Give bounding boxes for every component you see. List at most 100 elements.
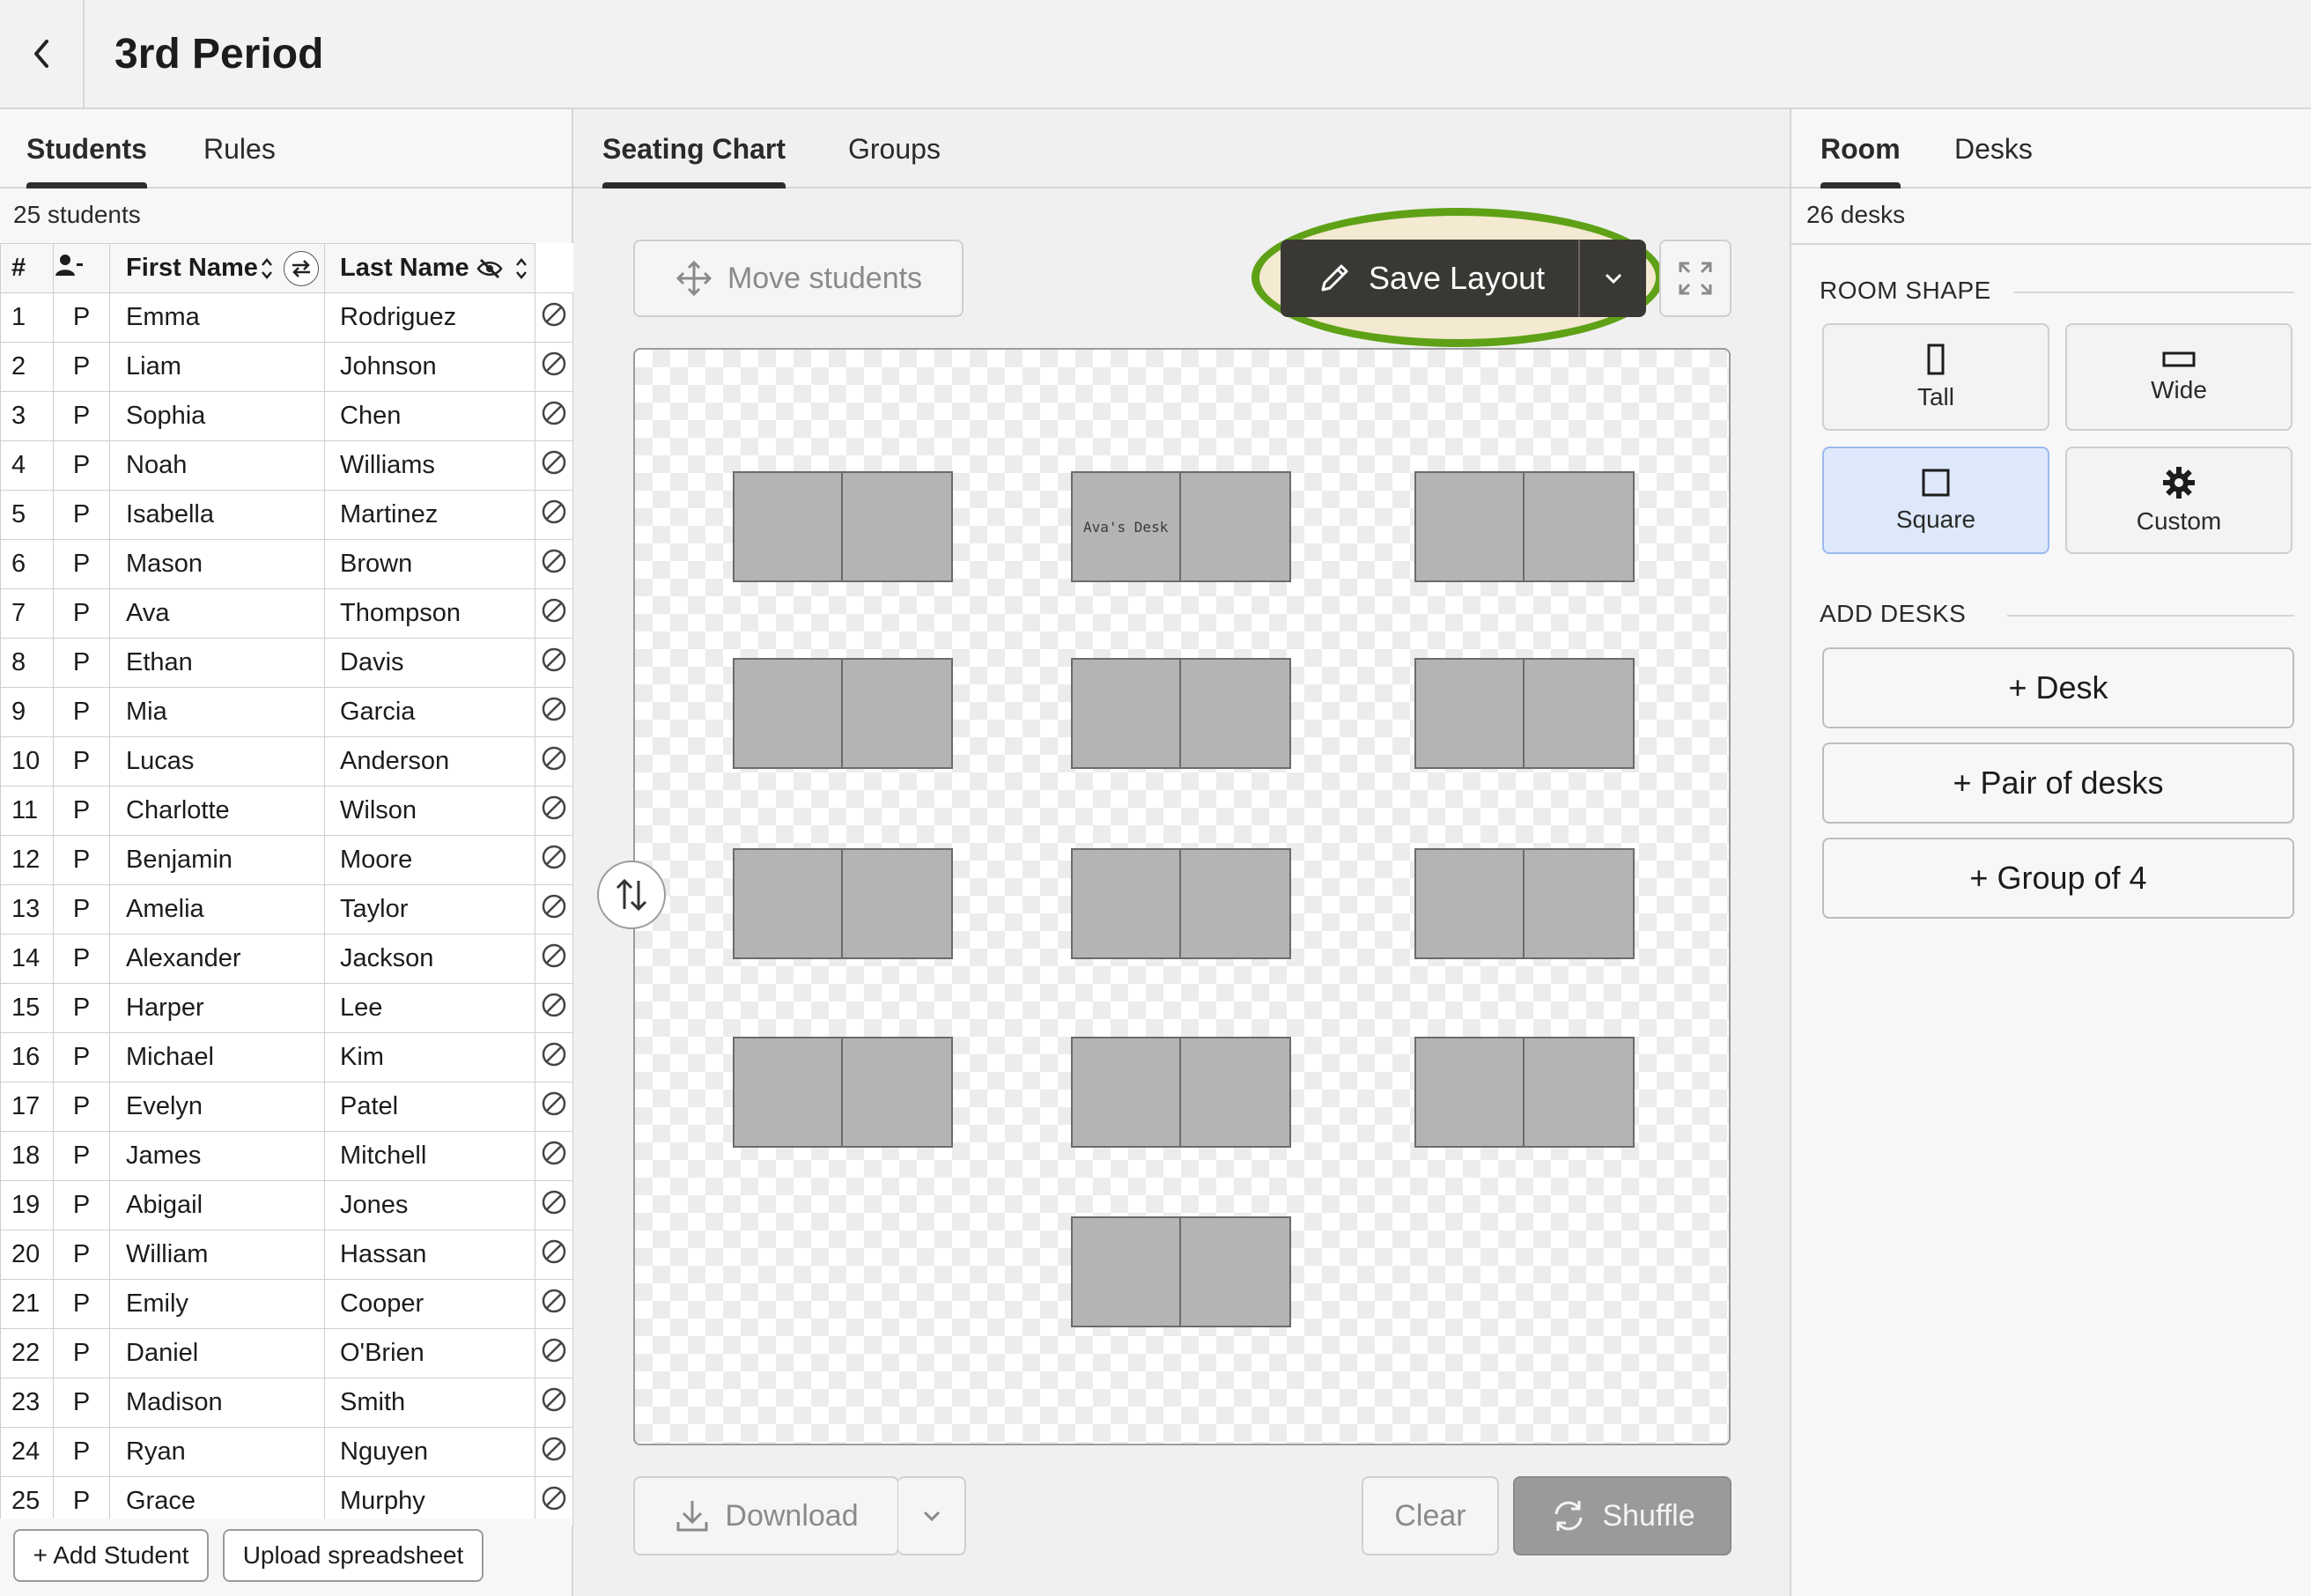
seating-canvas[interactable]: Ava's Desk bbox=[633, 348, 1731, 1445]
desk[interactable] bbox=[1414, 658, 1525, 769]
last-name-cell[interactable]: Wilson bbox=[324, 786, 535, 836]
tab-groups[interactable]: Groups bbox=[848, 109, 941, 188]
first-name-cell[interactable]: Mia bbox=[109, 687, 325, 737]
last-name-cell[interactable]: Jones bbox=[324, 1180, 535, 1230]
desk[interactable] bbox=[1525, 848, 1635, 959]
first-name-cell[interactable]: William bbox=[109, 1230, 325, 1280]
last-name-cell[interactable]: Smith bbox=[324, 1378, 535, 1428]
exclude-student-button[interactable] bbox=[535, 1032, 573, 1082]
table-row[interactable]: 21 P Emily Cooper bbox=[0, 1279, 573, 1329]
presence-status[interactable]: P bbox=[53, 1378, 110, 1428]
last-name-cell[interactable]: Johnson bbox=[324, 342, 535, 392]
last-name-cell[interactable]: Mitchell bbox=[324, 1131, 535, 1181]
table-row[interactable]: 24 P Ryan Nguyen bbox=[0, 1427, 573, 1477]
desk[interactable] bbox=[733, 658, 843, 769]
last-name-cell[interactable]: Cooper bbox=[324, 1279, 535, 1329]
first-name-cell[interactable]: Amelia bbox=[109, 884, 325, 935]
last-name-cell[interactable]: Moore bbox=[324, 835, 535, 885]
desk-pair[interactable] bbox=[1414, 1037, 1635, 1148]
back-button[interactable] bbox=[0, 0, 85, 107]
first-name-cell[interactable]: Emily bbox=[109, 1279, 325, 1329]
table-row[interactable]: 9 P Mia Garcia bbox=[0, 687, 573, 737]
desk[interactable] bbox=[1181, 848, 1291, 959]
exclude-student-button[interactable] bbox=[535, 440, 573, 491]
exclude-student-button[interactable] bbox=[535, 687, 573, 737]
presence-status[interactable]: P bbox=[53, 687, 110, 737]
add-pair-of-desks-button[interactable]: + Pair of desks bbox=[1822, 743, 2294, 824]
move-students-button[interactable]: Move students bbox=[633, 240, 964, 317]
desk[interactable] bbox=[1414, 848, 1525, 959]
last-name-cell[interactable]: Anderson bbox=[324, 736, 535, 787]
presence-status[interactable]: P bbox=[53, 1279, 110, 1329]
exclude-student-button[interactable] bbox=[535, 1082, 573, 1132]
sort-icon[interactable] bbox=[513, 255, 529, 282]
table-row[interactable]: 2 P Liam Johnson bbox=[0, 342, 573, 392]
last-name-cell[interactable]: Martinez bbox=[324, 490, 535, 540]
presence-status[interactable]: P bbox=[53, 588, 110, 639]
exclude-student-button[interactable] bbox=[535, 884, 573, 935]
presence-status[interactable]: P bbox=[53, 1082, 110, 1132]
first-name-cell[interactable]: Isabella bbox=[109, 490, 325, 540]
presence-status[interactable]: P bbox=[53, 342, 110, 392]
first-name-cell[interactable]: Mason bbox=[109, 539, 325, 589]
table-row[interactable]: 23 P Madison Smith bbox=[0, 1378, 573, 1428]
desk[interactable] bbox=[733, 1037, 843, 1148]
last-name-cell[interactable]: Patel bbox=[324, 1082, 535, 1132]
desk-pair[interactable] bbox=[733, 471, 953, 582]
exclude-student-button[interactable] bbox=[535, 1279, 573, 1329]
first-name-cell[interactable]: Liam bbox=[109, 342, 325, 392]
last-name-cell[interactable]: Williams bbox=[324, 440, 535, 491]
save-layout-main[interactable]: Save Layout bbox=[1281, 240, 1580, 317]
presence-status[interactable]: P bbox=[53, 292, 110, 343]
presence-status[interactable]: P bbox=[53, 736, 110, 787]
column-header-first-name[interactable]: First Name bbox=[109, 243, 325, 293]
save-layout-button[interactable]: Save Layout bbox=[1281, 240, 1646, 317]
shape-wide-button[interactable]: Wide bbox=[2065, 323, 2293, 431]
exclude-student-button[interactable] bbox=[535, 391, 573, 441]
exclude-student-button[interactable] bbox=[535, 1230, 573, 1280]
desk[interactable] bbox=[733, 848, 843, 959]
desk-pair[interactable]: Ava's Desk bbox=[1071, 471, 1291, 582]
clear-button[interactable]: Clear bbox=[1362, 1476, 1499, 1555]
table-row[interactable]: 16 P Michael Kim bbox=[0, 1032, 573, 1082]
fullscreen-button[interactable] bbox=[1659, 240, 1731, 317]
first-name-cell[interactable]: Sophia bbox=[109, 391, 325, 441]
desk-pair[interactable] bbox=[1414, 658, 1635, 769]
desk[interactable] bbox=[1414, 471, 1525, 582]
column-header-last-name[interactable]: Last Name bbox=[324, 243, 535, 293]
desk[interactable] bbox=[1181, 658, 1291, 769]
desk[interactable] bbox=[1525, 471, 1635, 582]
shape-custom-button[interactable]: Custom bbox=[2065, 447, 2293, 554]
table-row[interactable]: 8 P Ethan Davis bbox=[0, 638, 573, 688]
table-row[interactable]: 7 P Ava Thompson bbox=[0, 588, 573, 639]
tab-seating-chart[interactable]: Seating Chart bbox=[602, 109, 786, 188]
first-name-cell[interactable]: Ryan bbox=[109, 1427, 325, 1477]
exclude-student-button[interactable] bbox=[535, 638, 573, 688]
add-student-button[interactable]: + Add Student bbox=[13, 1529, 209, 1582]
exclude-student-button[interactable] bbox=[535, 1378, 573, 1428]
table-row[interactable]: 10 P Lucas Anderson bbox=[0, 736, 573, 787]
first-name-cell[interactable]: Daniel bbox=[109, 1328, 325, 1378]
first-name-cell[interactable]: Benjamin bbox=[109, 835, 325, 885]
desk[interactable] bbox=[1071, 848, 1181, 959]
first-name-cell[interactable]: Abigail bbox=[109, 1180, 325, 1230]
exclude-student-button[interactable] bbox=[535, 1427, 573, 1477]
presence-status[interactable]: P bbox=[53, 539, 110, 589]
exclude-student-button[interactable] bbox=[535, 983, 573, 1033]
exclude-student-button[interactable] bbox=[535, 342, 573, 392]
exclude-student-button[interactable] bbox=[535, 786, 573, 836]
column-header-person[interactable] bbox=[53, 243, 110, 293]
eye-slash-icon[interactable] bbox=[476, 258, 503, 279]
exclude-student-button[interactable] bbox=[535, 1328, 573, 1378]
exclude-student-button[interactable] bbox=[535, 1131, 573, 1181]
tab-students[interactable]: Students bbox=[26, 109, 147, 188]
tab-rules[interactable]: Rules bbox=[203, 109, 276, 188]
last-name-cell[interactable]: O'Brien bbox=[324, 1328, 535, 1378]
first-name-cell[interactable]: Noah bbox=[109, 440, 325, 491]
presence-status[interactable]: P bbox=[53, 1427, 110, 1477]
desk-pair[interactable] bbox=[733, 848, 953, 959]
desk[interactable] bbox=[1071, 1037, 1181, 1148]
first-name-cell[interactable]: Charlotte bbox=[109, 786, 325, 836]
exclude-student-button[interactable] bbox=[535, 934, 573, 984]
last-name-cell[interactable]: Hassan bbox=[324, 1230, 535, 1280]
